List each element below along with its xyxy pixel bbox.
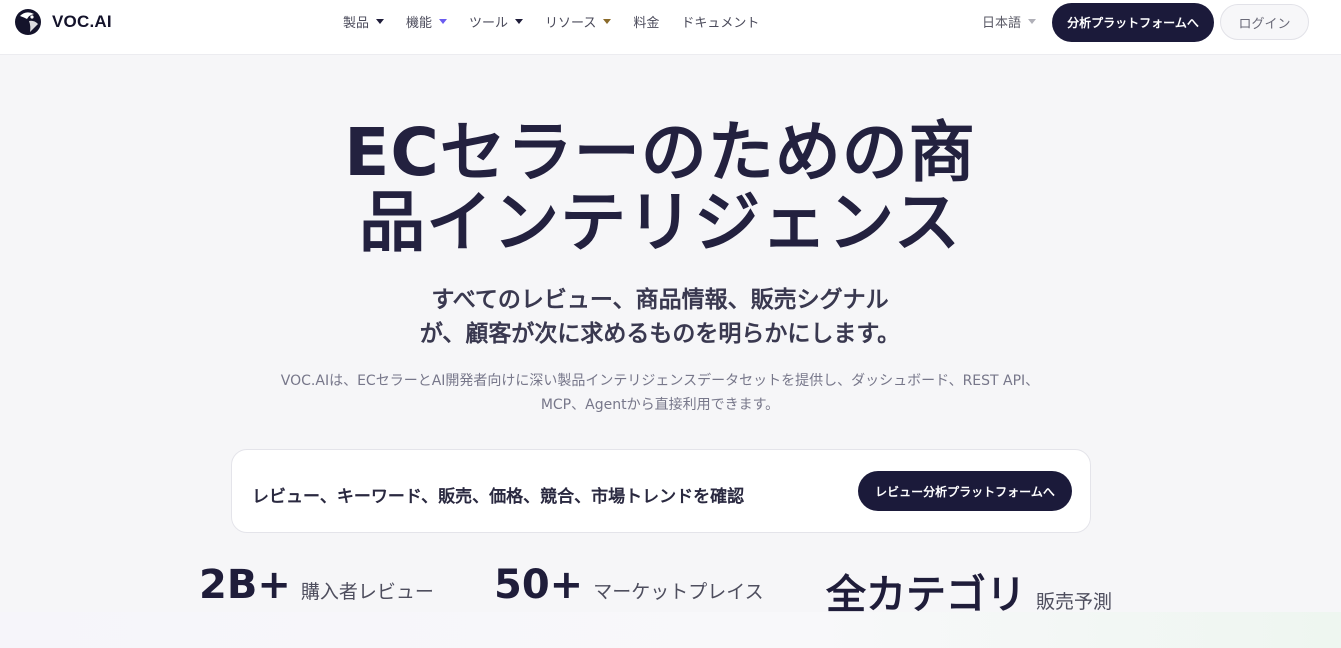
- nav-item-tools[interactable]: ツール: [469, 12, 524, 31]
- stat-marketplaces: 50+ マーケットプレイス: [494, 562, 764, 612]
- search-card-text: レビュー、キーワード、販売、価格、競合、市場トレンドを確認: [252, 487, 745, 507]
- section-divider: [0, 612, 1341, 648]
- chevron-down-icon: [1028, 18, 1037, 24]
- hero-subtitle-line: が、顧客が次に求めるものを明らかにします。: [419, 321, 901, 347]
- chevron-down-icon: [515, 18, 524, 24]
- nav-item-docs[interactable]: ドキュメント: [681, 12, 759, 31]
- hero-title: ECセラーのための商 品インテリジェンス: [300, 118, 1020, 258]
- stat-value: 50+: [494, 562, 584, 608]
- main-nav: 製品 機能 ツール リソース 料金 ドキュメント: [343, 12, 781, 31]
- chevron-down-icon: [439, 18, 448, 24]
- nav-item-pricing[interactable]: 料金: [633, 12, 659, 31]
- nav-item-features[interactable]: 機能: [406, 12, 448, 31]
- brand-logo[interactable]: VOC.AI: [14, 8, 112, 36]
- search-card: レビュー、キーワード、販売、価格、競合、市場トレンドを確認 レビュー分析プラット…: [231, 449, 1091, 533]
- stat-label: 販売予測: [1036, 591, 1113, 613]
- language-selector[interactable]: 日本語: [982, 12, 1037, 31]
- analytics-platform-button[interactable]: 分析プラットフォームへ: [1052, 3, 1214, 42]
- stat-reviews: 2B+ 購入者レビュー: [199, 562, 434, 612]
- nav-label: ツール: [469, 15, 509, 31]
- chevron-down-icon: [376, 18, 385, 24]
- hero-subtitle-line: すべてのレビュー、商品情報、販売シグナル: [431, 287, 889, 313]
- stat-label: 購入者レビュー: [300, 581, 434, 603]
- hero-description-line: MCP、Agentから直接利用できます。: [540, 397, 780, 413]
- nav-label: 機能: [406, 15, 433, 31]
- nav-label: リソース: [545, 15, 597, 31]
- login-button[interactable]: ログイン: [1220, 4, 1309, 40]
- brand-name: VOC.AI: [52, 12, 112, 31]
- nav-item-resources[interactable]: リソース: [545, 12, 612, 31]
- nav-item-products[interactable]: 製品: [343, 12, 385, 31]
- hero-title-line: 品インテリジェンス: [359, 184, 961, 261]
- chevron-down-icon: [603, 18, 612, 24]
- voc-ai-logo-icon: [15, 9, 41, 35]
- site-header: VOC.AI 製品 機能 ツール リソース 料金 ドキュメント 日本語 分析プラ…: [0, 0, 1341, 55]
- hero-description: VOC.AIは、ECセラーとAI開発者向けに深い製品インテリジェンスデータセット…: [230, 369, 1090, 417]
- stat-value: 2B+: [199, 562, 291, 608]
- stat-categories: 全カテゴリ 販売予測: [826, 562, 1113, 618]
- nav-label: ドキュメント: [681, 15, 760, 31]
- hero-title-line: ECセラーのための商: [344, 114, 976, 191]
- hero-subtitle: すべてのレビュー、商品情報、販売シグナル が、顧客が次に求めるものを明らかにしま…: [320, 283, 1000, 351]
- nav-label: 製品: [343, 15, 370, 31]
- language-label: 日本語: [982, 15, 1022, 31]
- stat-label: マーケットプレイス: [593, 581, 764, 603]
- hero-description-line: VOC.AIは、ECセラーとAI開発者向けに深い製品インテリジェンスデータセット…: [280, 373, 1040, 389]
- review-platform-button[interactable]: レビュー分析プラットフォームへ: [858, 471, 1072, 511]
- nav-label: 料金: [633, 15, 660, 31]
